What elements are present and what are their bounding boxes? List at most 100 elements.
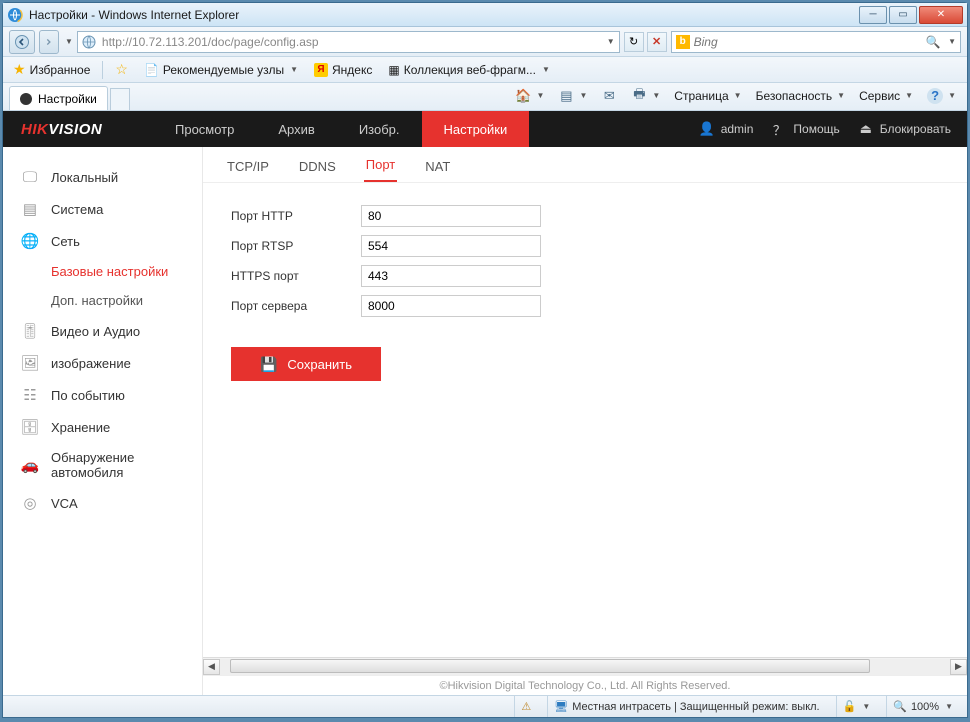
- mail-button[interactable]: ✉: [596, 85, 622, 107]
- status-protected[interactable]: 🔓▼: [836, 696, 877, 717]
- subtab-ddns[interactable]: DDNS: [297, 151, 338, 182]
- https-port-label: HTTPS порт: [231, 269, 361, 283]
- home-button[interactable]: 🏠▼: [511, 85, 550, 107]
- address-dropdown-icon[interactable]: ▼: [607, 37, 615, 46]
- address-toolbar: ▼ ▼ ↻ ✕ b 🔍 ▼: [3, 27, 967, 57]
- star-plus-icon: ☆: [115, 61, 128, 78]
- help-label: Помощь: [793, 122, 839, 136]
- status-zone[interactable]: 🖥Местная интрасеть | Защищенный режим: в…: [547, 696, 825, 717]
- http-port-label: Порт HTTP: [231, 209, 361, 223]
- server-port-label: Порт сервера: [231, 299, 361, 313]
- sidebar-vca[interactable]: ◎VCA: [3, 487, 202, 519]
- sidebar: 🖵Локальный ▤Система 🌐Сеть Базовые настро…: [3, 147, 203, 695]
- help-link[interactable]: ？Помощь: [771, 121, 839, 137]
- scroll-thumb[interactable]: [230, 659, 870, 673]
- page-menu[interactable]: Страница▼: [669, 86, 746, 106]
- webfragments-link[interactable]: ▦Коллекция веб-фрагм...▼: [384, 60, 554, 80]
- vca-icon: ◎: [21, 494, 39, 512]
- rss-icon: ▤: [558, 88, 574, 104]
- recommended-sites[interactable]: 📄Рекомендуемые узлы▼: [140, 60, 302, 80]
- security-menu[interactable]: Безопасность▼: [751, 86, 850, 106]
- tab-label: Настройки: [38, 92, 97, 106]
- tools-menu[interactable]: Сервис▼: [854, 86, 918, 106]
- window-title: Настройки - Windows Internet Explorer: [29, 8, 859, 22]
- sidebar-network[interactable]: 🌐Сеть: [3, 225, 202, 257]
- search-box[interactable]: b 🔍 ▼: [671, 31, 961, 53]
- rtsp-port-input[interactable]: [361, 235, 541, 257]
- nav-archive[interactable]: Архив: [256, 111, 336, 147]
- save-button[interactable]: 💾 Сохранить: [231, 347, 381, 381]
- copyright: ©Hikvision Digital Technology Co., Ltd. …: [203, 675, 967, 695]
- port-form: Порт HTTP Порт RTSP HTTPS порт Порт серв…: [203, 183, 967, 381]
- home-icon: 🏠: [516, 88, 532, 104]
- subtab-port[interactable]: Порт: [364, 149, 397, 182]
- tools-menu-label: Сервис: [859, 89, 900, 103]
- scroll-track[interactable]: [220, 659, 950, 675]
- minimize-button[interactable]: ─: [859, 6, 887, 24]
- sidebar-system[interactable]: ▤Система: [3, 193, 202, 225]
- help-button[interactable]: ?▼: [922, 85, 961, 107]
- rtsp-port-label: Порт RTSP: [231, 239, 361, 253]
- nav-image[interactable]: Изобр.: [337, 111, 422, 147]
- page-tab[interactable]: Настройки: [9, 86, 108, 110]
- horizontal-scrollbar[interactable]: ◀ ▶: [203, 657, 967, 675]
- separator: [102, 61, 103, 79]
- tab-favicon: [20, 93, 32, 105]
- back-button[interactable]: [9, 30, 35, 54]
- forward-button[interactable]: [39, 30, 59, 54]
- mail-icon: ✉: [601, 88, 617, 104]
- zoom-control[interactable]: 🔍100%▼: [886, 696, 959, 717]
- subtab-tcpip[interactable]: TCP/IP: [225, 151, 271, 182]
- print-button[interactable]: 🖶▼: [626, 85, 665, 107]
- sidebar-advanced-settings[interactable]: Доп. настройки: [3, 286, 202, 315]
- server-port-input[interactable]: [361, 295, 541, 317]
- subtab-nat[interactable]: NAT: [423, 151, 452, 182]
- sidebar-basic-settings[interactable]: Базовые настройки: [3, 257, 202, 286]
- yandex-icon: Я: [314, 63, 328, 77]
- system-icon: ▤: [21, 200, 39, 218]
- new-tab-button[interactable]: [110, 88, 130, 110]
- nav-settings[interactable]: Настройки: [422, 111, 530, 147]
- search-button[interactable]: 🔍: [924, 33, 942, 51]
- video-audio-icon: 🎚: [21, 322, 39, 340]
- bing-icon: b: [676, 35, 690, 49]
- search-dropdown-icon[interactable]: ▼: [948, 37, 956, 46]
- feeds-button[interactable]: ▤▼: [553, 85, 592, 107]
- status-done: [11, 696, 504, 717]
- history-dropdown-icon[interactable]: ▼: [65, 37, 73, 46]
- search-input[interactable]: [694, 35, 920, 49]
- sidebar-image[interactable]: 🖼изображение: [3, 347, 202, 379]
- address-input[interactable]: [102, 35, 599, 49]
- slices-icon: ▦: [388, 63, 399, 77]
- user-info[interactable]: 👤admin: [699, 121, 754, 137]
- yandex-link[interactable]: Я Яндекс: [310, 60, 376, 80]
- sidebar-event[interactable]: ☷По событию: [3, 379, 202, 411]
- stop-button[interactable]: ✕: [647, 32, 667, 52]
- status-popup[interactable]: ⚠: [514, 696, 537, 717]
- recommended-label: Рекомендуемые узлы: [163, 63, 284, 77]
- logout-label: Блокировать: [880, 122, 951, 136]
- scroll-left-button[interactable]: ◀: [203, 659, 220, 675]
- maximize-button[interactable]: ▭: [889, 6, 917, 24]
- vehicle-icon: 🚗: [21, 456, 39, 474]
- http-port-input[interactable]: [361, 205, 541, 227]
- https-port-input[interactable]: [361, 265, 541, 287]
- close-button[interactable]: ✕: [919, 6, 963, 24]
- address-box[interactable]: ▼: [77, 31, 620, 53]
- sidebar-vehicle[interactable]: 🚗Обнаружение автомобиля: [3, 443, 202, 487]
- sidebar-video-audio[interactable]: 🎚Видео и Аудио: [3, 315, 202, 347]
- logout-link[interactable]: ⏏Блокировать: [858, 121, 951, 137]
- shield-icon: 🔓: [843, 700, 857, 713]
- sidebar-local[interactable]: 🖵Локальный: [3, 161, 202, 193]
- popup-icon: ⚠: [521, 700, 531, 713]
- favorites-button[interactable]: ★Избранное: [9, 58, 94, 81]
- nav-preview[interactable]: Просмотр: [153, 111, 256, 147]
- refresh-button[interactable]: ↻: [624, 32, 644, 52]
- yandex-label: Яндекс: [332, 63, 372, 77]
- add-favorite-button[interactable]: ☆: [111, 58, 132, 81]
- event-icon: ☷: [21, 386, 39, 404]
- chevron-down-icon: ▼: [290, 65, 298, 74]
- sidebar-storage[interactable]: 🗄Хранение: [3, 411, 202, 443]
- titlebar: Настройки - Windows Internet Explorer ─ …: [3, 3, 967, 27]
- scroll-right-button[interactable]: ▶: [950, 659, 967, 675]
